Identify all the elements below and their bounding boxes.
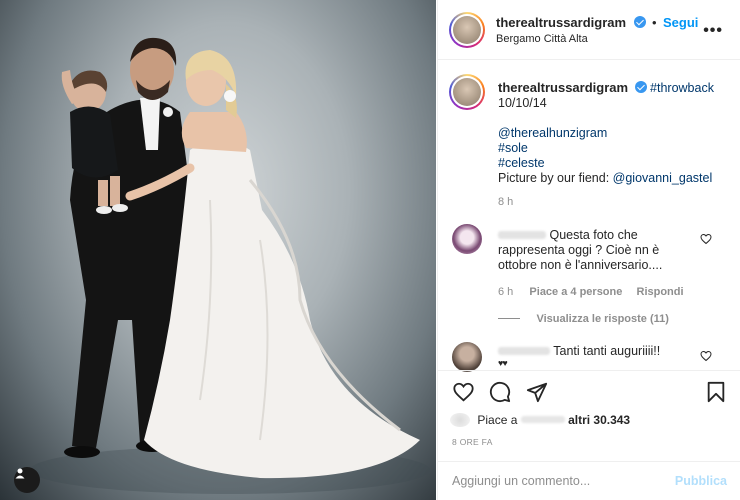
likes-count[interactable]: altri 30.343 (568, 413, 630, 427)
save-bookmark-icon[interactable] (706, 381, 726, 403)
comment-text-line1: Questa foto che (549, 228, 638, 242)
post-header: therealtrussardigram • Segui Bergamo Cit… (438, 0, 740, 60)
caption-author-avatar[interactable] (449, 74, 485, 110)
verified-badge-icon (634, 81, 647, 93)
likes-summary[interactable]: Piace a altri 30.343 (450, 413, 630, 427)
view-replies-link[interactable]: Visualizza le risposte (11) (498, 309, 669, 327)
more-options-icon[interactable]: ••• (703, 22, 723, 40)
like-comment-heart-icon[interactable] (700, 350, 712, 362)
separator-dot: • (651, 15, 657, 30)
commenter-avatar[interactable] (452, 342, 482, 372)
post-location[interactable]: Bergamo Città Alta (496, 33, 588, 45)
mention-photographer[interactable]: @giovanni_gastel (613, 171, 713, 185)
like-heart-icon[interactable] (452, 381, 475, 403)
add-comment-bar: Aggiungi un commento... Pubblica (438, 461, 740, 500)
share-paper-plane-icon[interactable] (526, 381, 548, 403)
reply-button[interactable]: Rispondi (637, 286, 684, 298)
comment-bubble-icon[interactable] (489, 381, 511, 403)
caption-date: 10/10/14 (498, 96, 547, 110)
follow-button[interactable]: Segui (663, 15, 698, 30)
tagged-users-button[interactable] (14, 467, 40, 493)
publish-comment-button[interactable]: Pubblica (675, 474, 727, 488)
likes-prefix: Piace a (477, 413, 518, 427)
mention-hunzigram[interactable]: @therealhunzigram (498, 126, 734, 141)
post-actions: Piace a altri 30.343 8 ORE FA Aggiungi u… (438, 370, 740, 500)
comment-text-line3: ottobre non è l'anniversario.... (498, 258, 663, 272)
hashtag-celeste[interactable]: #celeste (498, 156, 734, 171)
verified-badge-icon (633, 16, 646, 28)
comment-likes[interactable]: Piace a 4 persone (529, 286, 622, 298)
wedding-photo-illustration (30, 37, 430, 494)
like-comment-heart-icon[interactable] (700, 233, 712, 245)
replies-divider (498, 318, 520, 319)
liker-avatar (450, 413, 470, 427)
author-avatar[interactable] (449, 12, 485, 48)
blurred-username (498, 231, 546, 239)
comment-time: 6 h (498, 286, 514, 298)
commenter-avatar[interactable] (452, 224, 482, 254)
comment-text-line2: rappresenta oggi ? Cioè nn è (498, 243, 660, 257)
blurred-username (498, 347, 550, 355)
caption-credit-text: Picture by our fiend: (498, 171, 613, 185)
blurred-liker-name (520, 416, 565, 423)
post-time-ago[interactable]: 8 ORE FA (452, 437, 493, 447)
person-icon (15, 468, 25, 479)
caption-time: 8 h (498, 196, 514, 208)
comment-text: Tanti tanti auguriiii!! (553, 344, 661, 358)
post-photo[interactable] (0, 0, 436, 500)
hearts-emoji-icon: ♥♥ (498, 358, 508, 368)
hashtag-sole[interactable]: #sole (498, 141, 734, 156)
post-side-panel: therealtrussardigram • Segui Bergamo Cit… (437, 0, 740, 500)
hashtag-throwback[interactable]: #throwback (650, 81, 714, 95)
add-comment-input[interactable]: Aggiungi un commento... (452, 474, 590, 488)
view-replies-label[interactable]: Visualizza le risposte (11) (536, 313, 668, 325)
caption-username[interactable]: therealtrussardigram (498, 80, 628, 95)
author-username[interactable]: therealtrussardigram (496, 15, 626, 30)
